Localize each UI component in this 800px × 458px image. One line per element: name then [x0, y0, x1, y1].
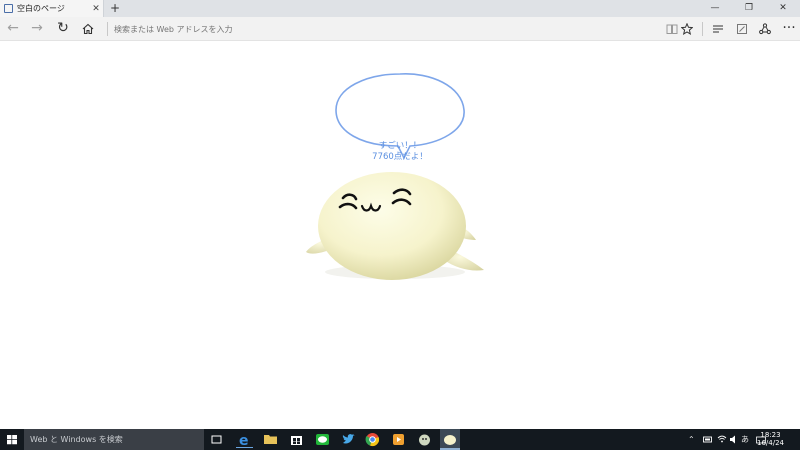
edge-icon: e: [236, 433, 253, 449]
store-icon: [291, 436, 302, 445]
windows-logo-icon: [7, 435, 17, 445]
start-button[interactable]: [0, 429, 24, 450]
address-input[interactable]: [114, 22, 514, 36]
home-icon: [82, 23, 94, 35]
score-message-line1: すごい！！: [378, 141, 422, 151]
navigation-bar: ← → ↻ ···: [0, 17, 800, 41]
home-button[interactable]: [76, 17, 100, 41]
page-content: すごい！！ 7760点だよ！: [0, 41, 800, 429]
window-close-button[interactable]: ✕: [766, 0, 800, 17]
star-icon: [680, 22, 694, 35]
clock-date: 16/4/24: [757, 439, 784, 447]
web-note-button[interactable]: [730, 17, 754, 41]
page-favicon-icon: [4, 4, 13, 13]
chrome-app-button[interactable]: [364, 431, 381, 448]
line-icon: [316, 434, 329, 445]
score-message: すごい！！ 7760点だよ！: [358, 141, 442, 163]
seal-body: [318, 172, 466, 280]
divider: [702, 22, 703, 36]
media-app-button[interactable]: [390, 431, 407, 448]
tab-close-icon[interactable]: ✕: [89, 4, 103, 14]
wifi-icon[interactable]: [717, 429, 727, 450]
hub-button[interactable]: [706, 17, 730, 41]
taskbar: Web と Windows を検索 e ⌃ あ 18:23 16/4/24: [0, 429, 800, 450]
tray-expand-icon[interactable]: ⌃: [688, 429, 695, 450]
line-app-button[interactable]: [314, 431, 331, 448]
volume-icon[interactable]: [729, 429, 739, 450]
forward-button[interactable]: →: [25, 17, 49, 41]
file-explorer-button[interactable]: [262, 431, 279, 448]
score-message-line2: 7760点だよ！: [372, 152, 428, 162]
battery-icon[interactable]: [703, 429, 713, 450]
hub-icon: [713, 25, 723, 33]
web-note-icon: [737, 24, 747, 34]
maximize-button[interactable]: ❐: [732, 0, 766, 17]
window-controls: — ❐ ✕: [698, 0, 800, 17]
seal-character[interactable]: [306, 172, 484, 280]
tab-bar: 空白のページ ✕ + — ❐ ✕: [0, 0, 800, 17]
twitter-icon: [342, 434, 355, 444]
more-button[interactable]: ···: [777, 17, 800, 41]
media-icon: [393, 434, 404, 445]
task-view-icon: [211, 435, 222, 444]
seal-app-button[interactable]: [440, 429, 460, 450]
ime-indicator[interactable]: あ: [741, 429, 749, 450]
seal-app-icon: [440, 435, 460, 450]
refresh-button[interactable]: ↻: [51, 17, 75, 41]
taskbar-search-box[interactable]: Web と Windows を検索: [24, 429, 204, 450]
minimize-button[interactable]: —: [698, 0, 732, 17]
share-icon: [759, 23, 771, 35]
edge-app-button[interactable]: e: [236, 431, 253, 449]
twitter-app-button[interactable]: [340, 431, 357, 448]
store-button[interactable]: [288, 431, 305, 448]
notifications-icon[interactable]: [791, 429, 797, 450]
clock[interactable]: 18:23 16/4/24: [757, 431, 784, 447]
favorites-button[interactable]: [675, 17, 699, 41]
divider: [107, 22, 108, 36]
browser-tab[interactable]: 空白のページ ✕: [0, 0, 104, 17]
back-button[interactable]: ←: [1, 17, 25, 41]
share-button[interactable]: [753, 17, 777, 41]
game-app-button[interactable]: [416, 431, 433, 448]
new-tab-button[interactable]: +: [108, 0, 122, 17]
clock-time: 18:23: [760, 431, 781, 439]
chrome-icon: [365, 433, 379, 446]
tab-title: 空白のページ: [17, 4, 65, 13]
file-explorer-icon: [264, 435, 277, 444]
game-canvas[interactable]: [0, 41, 800, 429]
game-icon: [419, 434, 430, 446]
task-view-button[interactable]: [208, 431, 225, 448]
svg-text:e: e: [239, 433, 249, 448]
